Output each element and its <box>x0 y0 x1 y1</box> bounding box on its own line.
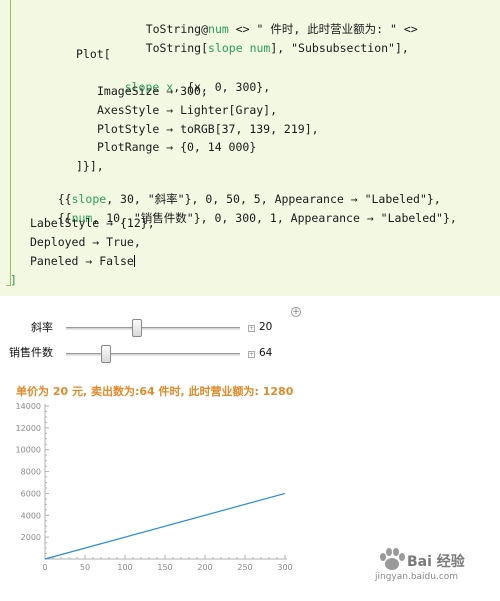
code-line-6: AxesStyle → Lighter[Gray], <box>97 103 278 117</box>
y-tick-label: 2000 <box>21 533 41 542</box>
slope-slider-value: 20 <box>259 321 273 333</box>
code-line-8: PlotRange → {0, 14 000} <box>97 140 257 154</box>
num-slider-value: 64 <box>259 347 273 359</box>
slope-slider-expand-icon[interactable]: + <box>248 325 255 332</box>
slope-slider-track[interactable] <box>66 327 240 330</box>
slope-slider-label: 斜率 <box>31 321 53 334</box>
x-tick-label: 0 <box>42 563 47 572</box>
code-line-9: ]}], <box>76 159 104 173</box>
x-tick-label: 300 <box>277 563 292 572</box>
manipulate-options-icon[interactable]: + <box>291 307 301 317</box>
num-slider-expand-icon[interactable]: + <box>248 351 255 358</box>
num-slider-label: 销售件数 <box>9 346 53 359</box>
y-tick-label: 6000 <box>21 489 41 498</box>
num-slider-track[interactable] <box>66 353 240 356</box>
x-tick-label: 50 <box>80 563 90 572</box>
code-line-2: ToString[slope num], "Subsubsection"], <box>145 41 409 55</box>
code-line-12: LabelStyle → {12}, <box>30 216 155 230</box>
baidu-jingyan-watermark: Bai 经验 jingyan.baidu.com <box>375 548 495 588</box>
y-tick-label: 4000 <box>21 511 41 520</box>
x-tick-label: 200 <box>197 563 212 572</box>
y-tick-label: 8000 <box>21 468 41 477</box>
paw-logo-icon <box>380 548 405 570</box>
cell-bracket[interactable] <box>6 0 11 286</box>
num-slider-thumb[interactable] <box>100 345 111 363</box>
code-line-3: Plot[ <box>76 47 111 61</box>
y-tick-label: 12000 <box>16 424 41 433</box>
code-line-14[interactable]: Paneled → False <box>30 254 135 268</box>
series-line <box>44 492 286 560</box>
text-cursor <box>133 255 135 267</box>
x-tick-label: 100 <box>117 563 132 572</box>
y-tick-label: 14000 <box>16 402 41 411</box>
code-line-7: PlotStyle → toRGB[37, 139, 219], <box>97 122 319 136</box>
line-plot: 2000 4000 6000 8000 10000 12000 14000 0 50 100 150… <box>16 402 293 572</box>
y-tick-label: 10000 <box>16 446 41 455</box>
code-line-13: Deployed → True, <box>30 235 141 249</box>
watermark-url: jingyan.baidu.com <box>375 572 459 582</box>
code-line-15: ] <box>10 273 17 287</box>
slope-slider-thumb[interactable] <box>131 319 142 337</box>
code-line-5: ImageSize → 300, <box>97 84 208 98</box>
x-tick-label: 150 <box>157 563 172 572</box>
x-tick-label: 250 <box>237 563 252 572</box>
input-cell[interactable]: ToString@num <> " 件时, 此时营业额为: " <> ToStr… <box>0 0 500 296</box>
watermark-text: Bai 经验 <box>407 554 465 570</box>
